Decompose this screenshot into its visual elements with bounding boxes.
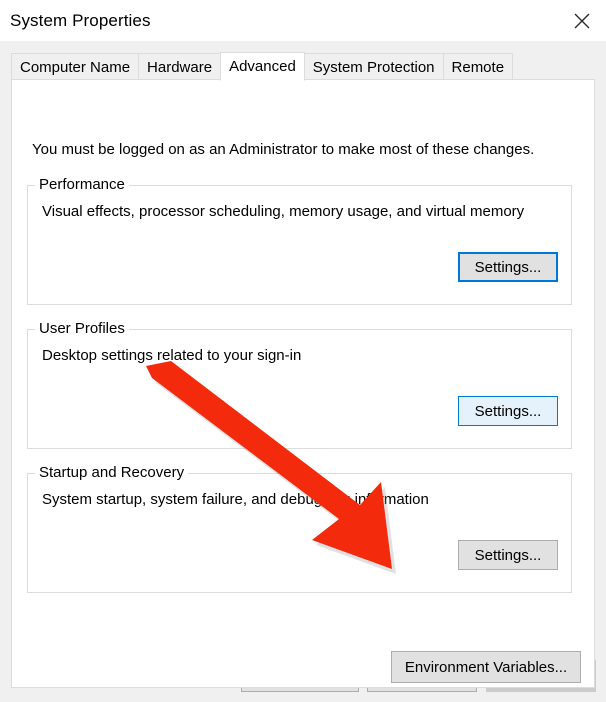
group-user-profiles-legend: User Profiles <box>35 320 129 338</box>
group-startup-and-recovery-legend: Startup and Recovery <box>35 464 188 482</box>
tab-list: Computer Name Hardware Advanced System P… <box>11 52 512 80</box>
tab-page-advanced: You must be logged on as an Administrato… <box>11 79 595 688</box>
tab-advanced[interactable]: Advanced <box>220 52 305 81</box>
tab-area: You must be logged on as an Administrato… <box>0 41 606 647</box>
system-properties-window: System Properties You must be logged on … <box>0 0 606 702</box>
group-performance: Performance Visual effects, processor sc… <box>27 185 572 305</box>
group-startup-and-recovery: Startup and Recovery System startup, sys… <box>27 473 572 593</box>
group-user-profiles-description: Desktop settings related to your sign-in <box>42 347 301 365</box>
startup-recovery-settings-button[interactable]: Settings... <box>458 540 558 570</box>
tab-remote[interactable]: Remote <box>443 53 514 80</box>
group-startup-and-recovery-description: System startup, system failure, and debu… <box>42 491 429 509</box>
tab-system-protection[interactable]: System Protection <box>304 53 444 80</box>
title-bar: System Properties <box>0 0 606 41</box>
performance-settings-button[interactable]: Settings... <box>458 252 558 282</box>
tab-computer-name[interactable]: Computer Name <box>11 53 139 80</box>
environment-variables-button[interactable]: Environment Variables... <box>391 651 581 683</box>
administrator-note: You must be logged on as an Administrato… <box>32 141 534 159</box>
group-performance-description: Visual effects, processor scheduling, me… <box>42 203 524 221</box>
page-title: System Properties <box>10 10 151 31</box>
user-profiles-settings-button[interactable]: Settings... <box>458 396 558 426</box>
close-icon[interactable] <box>558 0 606 41</box>
group-performance-legend: Performance <box>35 176 129 194</box>
group-user-profiles: User Profiles Desktop settings related t… <box>27 329 572 449</box>
tab-hardware[interactable]: Hardware <box>138 53 221 80</box>
